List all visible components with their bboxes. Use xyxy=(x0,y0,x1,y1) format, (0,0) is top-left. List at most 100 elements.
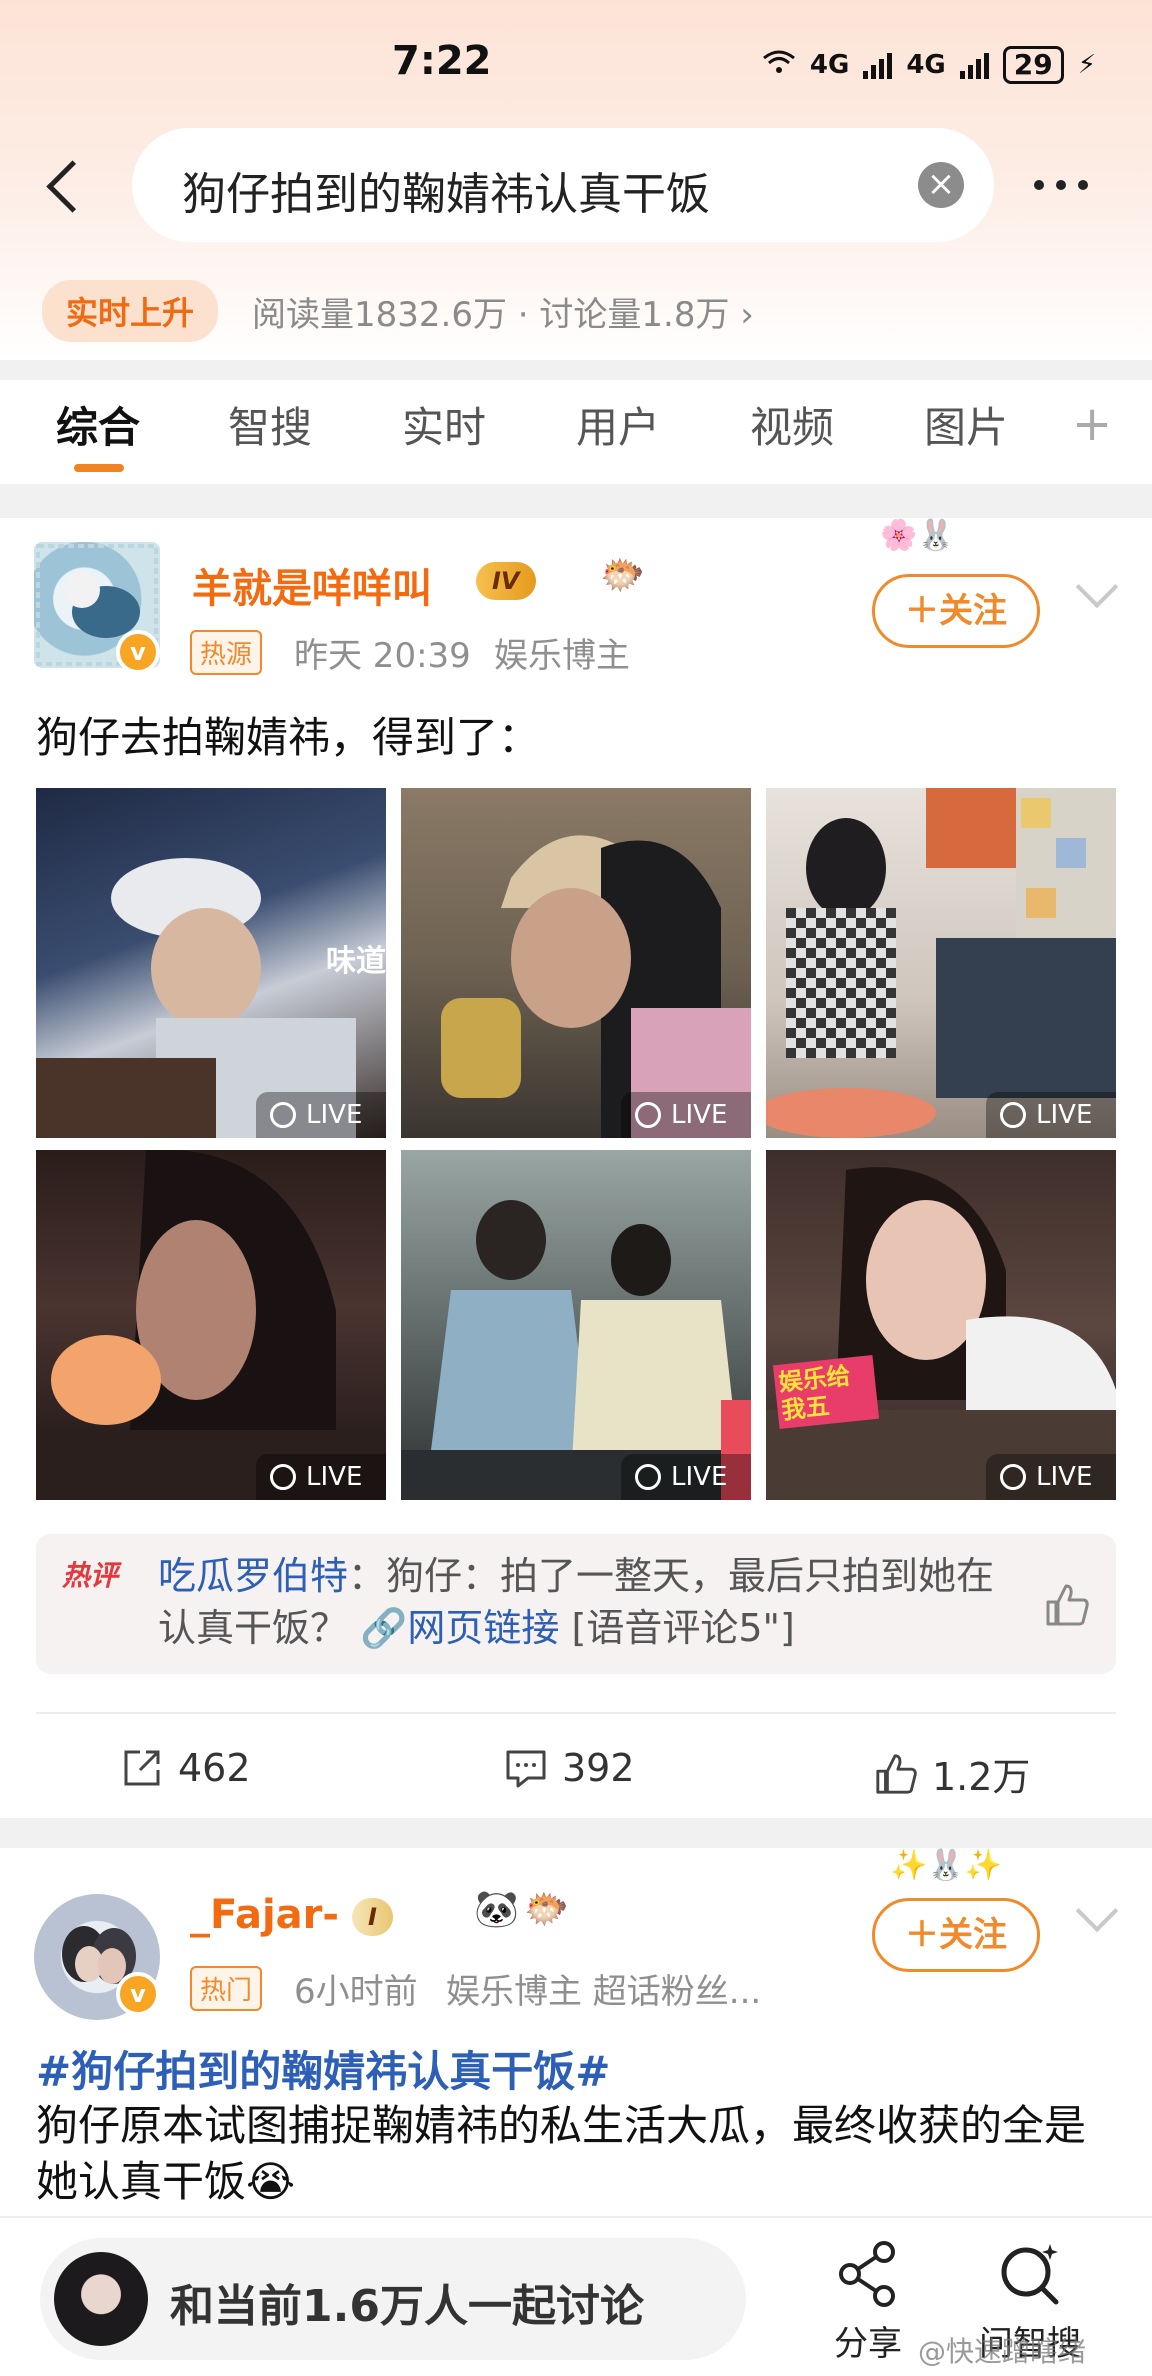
source-tag: 热源 xyxy=(190,630,263,675)
chevron-down-icon[interactable] xyxy=(1075,1889,1119,1933)
vip-badge[interactable]: IV xyxy=(476,562,536,600)
repost-count: 462 xyxy=(178,1746,251,1790)
username[interactable]: _Fajar- xyxy=(190,1892,339,1938)
photo-grid: 味道 LIVE LIVE LIVE LIVE LIVE 娱乐给我五 LIVE xyxy=(36,788,1116,1500)
post-action-bar: 462 392 1.2万 xyxy=(0,1724,1152,1814)
post-text: 狗仔原本试图捕捉鞠婧祎的私生活大瓜，最终收获的全是她认真干饭😭 xyxy=(36,2101,1087,2206)
tab-videos[interactable]: 视频 xyxy=(750,394,834,455)
photo-4-art xyxy=(36,1150,386,1500)
battery-indicator: 29 xyxy=(1002,46,1064,84)
like-button[interactable]: 1.2万 xyxy=(874,1746,1030,1801)
hot-comment-badge: 热评 xyxy=(62,1559,119,1592)
charging-icon: ⚡ xyxy=(1077,50,1096,80)
repost-icon xyxy=(124,1750,160,1786)
photo-5[interactable]: LIVE xyxy=(401,1150,751,1500)
share-icon xyxy=(839,2241,895,2307)
add-tab-icon[interactable]: + xyxy=(1072,396,1112,452)
join-discussion-button[interactable]: 和当前1.6万人一起讨论 xyxy=(40,2238,746,2360)
live-badge: LIVE xyxy=(256,1092,386,1138)
search-row: 狗仔拍到的鞠婧祎认真干饭 × xyxy=(0,128,1152,244)
tab-comprehensive[interactable]: 综合 xyxy=(56,394,140,455)
photo-5-art xyxy=(401,1200,751,1500)
search-query: 狗仔拍到的鞠婧祎认真干饭 xyxy=(182,169,710,220)
signal-icon-1 xyxy=(863,51,893,79)
photo-caption: 味道 xyxy=(326,944,386,979)
network-label-1: 4G xyxy=(809,50,850,80)
like-count: 1.2万 xyxy=(932,1755,1031,1799)
post-card: v _Fajar- I 🐼 🐡 热门 6小时前 娱乐博主 超话粉丝... ✨🐰✨… xyxy=(0,1848,1152,2228)
author-role: 娱乐博主 超话粉丝... xyxy=(446,1972,762,2012)
voice-comment: [语音评论5"] xyxy=(559,1606,795,1650)
username[interactable]: 羊就是咩咩叫 xyxy=(192,556,432,614)
search-input[interactable]: 狗仔拍到的鞠婧祎认真干饭 × xyxy=(132,128,994,242)
network-label-2: 4G xyxy=(906,50,946,80)
more-options-icon[interactable] xyxy=(1034,180,1088,190)
comment-icon xyxy=(506,1750,546,1788)
photo-3[interactable]: LIVE xyxy=(766,788,1116,1138)
topic-hashtag[interactable]: #狗仔拍到的鞠婧祎认真干饭# xyxy=(36,2038,610,2099)
live-badge: LIVE xyxy=(986,1092,1116,1138)
photo-4[interactable]: LIVE xyxy=(36,1150,386,1500)
program-logo: 娱乐给我五 xyxy=(772,1354,880,1430)
back-arrow-icon[interactable] xyxy=(42,156,82,216)
verified-icon: v xyxy=(116,630,160,674)
tab-realtime[interactable]: 实时 xyxy=(402,394,486,455)
post-time: 6小时前 xyxy=(294,1972,418,2012)
like-icon xyxy=(876,1753,917,1794)
tab-users[interactable]: 用户 xyxy=(576,394,660,455)
bunny-decoration-icon: ✨🐰✨ xyxy=(890,1848,1003,1883)
status-time: 7:22 xyxy=(392,38,492,84)
photo-6[interactable]: 娱乐给我五 LIVE xyxy=(766,1150,1116,1500)
comment-count: 392 xyxy=(562,1746,635,1790)
follow-button[interactable]: ＋关注 xyxy=(872,574,1040,648)
tab-images[interactable]: 图片 xyxy=(924,394,1008,455)
photo-1[interactable]: 味道 LIVE xyxy=(36,788,386,1138)
comment-like-icon[interactable] xyxy=(1044,1582,1090,1628)
fish-badge-icon: 🐡 xyxy=(524,1889,569,1930)
hot-comment-text: 吃瓜罗伯特：狗仔：拍了一整天，最后只拍到她在认真干饭？ 🔗网页链接 [语音评论5… xyxy=(158,1550,1008,1654)
chevron-down-icon[interactable] xyxy=(1075,565,1119,609)
post-text: 狗仔去拍鞠婧祎，得到了： xyxy=(36,713,541,762)
smart-search-icon xyxy=(1001,2244,1059,2305)
vip-badge[interactable]: I xyxy=(352,1898,393,1936)
photo-2[interactable]: LIVE xyxy=(401,788,751,1138)
read-discuss-stats: 阅读量1832.6万 · 讨论量1.8万 › xyxy=(252,294,754,335)
photo-2-art xyxy=(441,835,751,1138)
photo-3-art xyxy=(766,788,1116,1138)
topic-stats[interactable]: 实时上升 阅读量1832.6万 · 讨论量1.8万 › xyxy=(42,280,754,342)
panda-icon: 🐼 xyxy=(474,1889,519,1930)
status-icons: 4G 4G 29 ⚡ xyxy=(762,46,1096,84)
share-button[interactable]: 分享 xyxy=(808,2238,928,2365)
fish-badge-icon: 🐡 xyxy=(600,555,645,596)
signal-icon-2 xyxy=(959,51,989,79)
verified-icon: v xyxy=(116,1972,160,2016)
live-badge: LIVE xyxy=(256,1454,386,1500)
tab-bar: 综合 智搜 实时 用户 视频 图片 + xyxy=(0,380,1152,484)
wifi-icon xyxy=(762,48,796,83)
watermark: @快速蹭瞎绪 xyxy=(918,2335,1087,2368)
photo-6-art xyxy=(766,1167,1116,1500)
live-badge: LIVE xyxy=(621,1092,751,1138)
tab-smart-search[interactable]: 智搜 xyxy=(228,394,312,455)
follow-button[interactable]: ＋关注 xyxy=(872,1898,1040,1972)
active-tab-indicator xyxy=(74,464,124,472)
comment-button[interactable]: 392 xyxy=(504,1746,635,1790)
clear-search-icon[interactable]: × xyxy=(918,162,964,208)
bottom-bar: 和当前1.6万人一起讨论 分享 问智搜 @快速蹭瞎绪 xyxy=(0,2216,1152,2376)
discussion-avatar xyxy=(54,2252,148,2346)
repost-button[interactable]: 462 xyxy=(120,1746,251,1790)
discussion-prompt: 和当前1.6万人一起讨论 xyxy=(170,2281,644,2332)
status-bar: 7:22 4G 4G 29 ⚡ xyxy=(0,0,1152,130)
live-badge: LIVE xyxy=(986,1454,1116,1500)
web-link[interactable]: 🔗网页链接 xyxy=(360,1606,559,1650)
post-card: v 羊就是咩咩叫 IV 🐡 热源 昨天 20:39 娱乐博主 🌸🐰 ＋关注 狗仔… xyxy=(0,518,1152,1818)
live-badge: LIVE xyxy=(621,1454,751,1500)
hot-comment[interactable]: 热评 吃瓜罗伯特：狗仔：拍了一整天，最后只拍到她在认真干饭？ 🔗网页链接 [语音… xyxy=(36,1534,1116,1674)
share-label: 分享 xyxy=(834,2324,902,2364)
rising-badge: 实时上升 xyxy=(42,280,219,342)
flower-decoration-icon: 🌸🐰 xyxy=(880,518,955,553)
hot-tag: 热门 xyxy=(190,1966,263,2011)
divider xyxy=(36,1712,1116,1714)
post-time: 昨天 20:39 xyxy=(294,636,471,676)
comment-author[interactable]: 吃瓜罗伯特 xyxy=(158,1554,348,1598)
